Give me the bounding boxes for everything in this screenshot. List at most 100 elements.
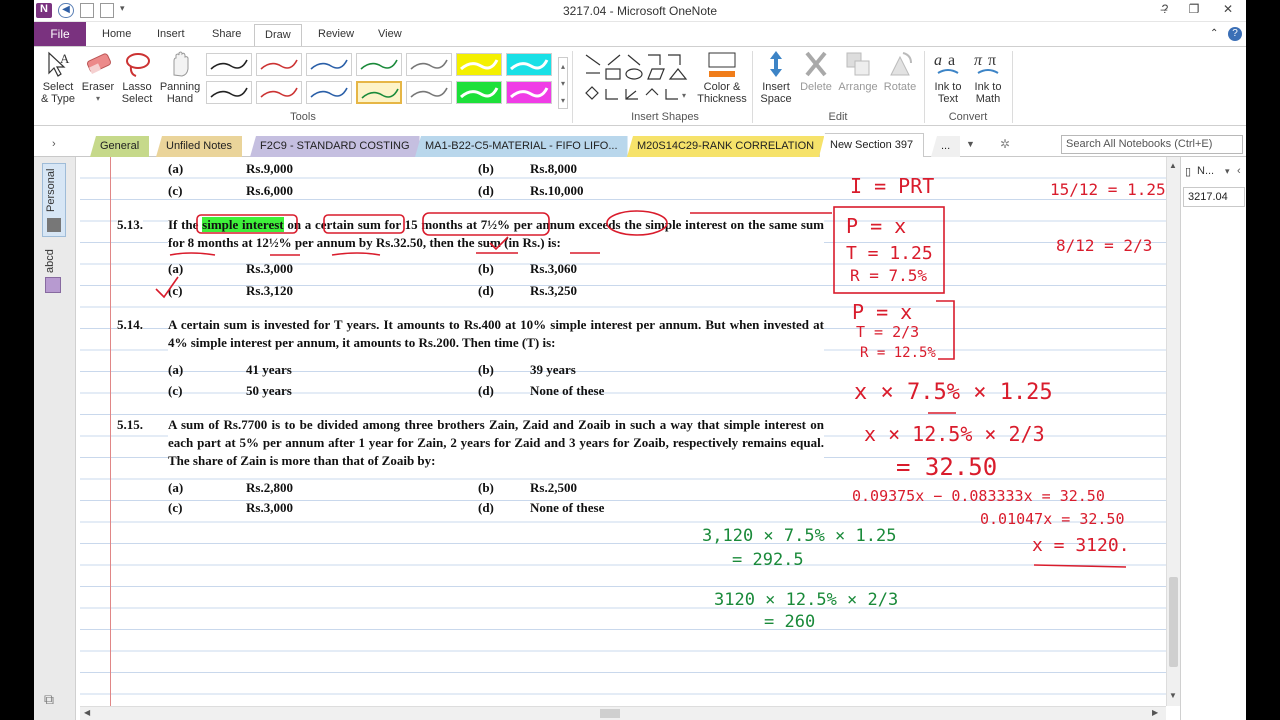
horizontal-scrollbar[interactable]: ◀ ▶ xyxy=(80,706,1166,720)
page-item-3217-04[interactable]: 3217.04 xyxy=(1183,187,1245,207)
highlighter-swatch[interactable] xyxy=(456,81,502,104)
ink-to-text-label: Ink to Text xyxy=(934,81,962,105)
notebook-personal[interactable]: Personal xyxy=(42,163,66,237)
pen-swatch[interactable] xyxy=(406,53,452,76)
eraser-label: Eraser xyxy=(81,81,115,93)
ink-to-math-button[interactable]: ππ Ink to Math xyxy=(968,49,1008,105)
tab-insert[interactable]: Insert xyxy=(157,22,185,46)
pen-swatch[interactable] xyxy=(206,53,252,76)
select-type-label: Select & Type xyxy=(40,81,76,105)
scroll-up-icon[interactable]: ▲ xyxy=(1169,161,1177,170)
arrange-label: Arrange xyxy=(838,81,878,93)
pen-swatch[interactable] xyxy=(406,81,452,104)
pen-swatch[interactable] xyxy=(206,81,252,104)
pen-swatch[interactable] xyxy=(356,81,402,104)
pen-swatch[interactable] xyxy=(306,53,352,76)
section-tab-rank-correlation[interactable]: M20S14C29-RANK CORRELATION xyxy=(627,136,825,157)
color-thickness-icon xyxy=(708,52,736,77)
collapse-ribbon-icon[interactable]: ⌃ xyxy=(1210,22,1218,46)
scroll-thumb[interactable] xyxy=(1169,577,1178,667)
notebook-abcd-label[interactable]: abcd xyxy=(44,243,56,273)
tab-file[interactable]: File xyxy=(34,22,86,46)
lasso-select-button[interactable]: Lasso Select xyxy=(116,49,158,105)
question-text: If the simple interest on a certain sum … xyxy=(168,216,824,252)
question-text: A sum of Rs.7700 is to be divided among … xyxy=(168,416,824,470)
section-tab-material-fifo[interactable]: MA1-B22-C5-MATERIAL - FIFO LIFO... xyxy=(415,136,628,157)
tab-draw[interactable]: Draw xyxy=(254,24,302,47)
close-button[interactable]: ✕ xyxy=(1214,2,1242,20)
notebook-abcd-icon[interactable] xyxy=(45,277,61,293)
ink-text: x × 7.5% × 1.25 xyxy=(854,380,1053,405)
collapse-panel-icon[interactable]: ‹ xyxy=(1237,165,1241,177)
notebook-list-icon[interactable]: ⧉ xyxy=(44,691,54,708)
ink-box xyxy=(833,206,945,294)
option-value: None of these xyxy=(530,500,605,515)
page-list-dropdown-icon[interactable]: ▾ xyxy=(1225,166,1230,177)
panning-hand-button[interactable]: Panning Hand xyxy=(158,49,202,105)
lasso-icon xyxy=(126,53,150,77)
ink-underline xyxy=(169,252,600,256)
shapes-gallery[interactable] xyxy=(582,51,694,107)
edit-group-label: Edit xyxy=(828,111,848,123)
search-input[interactable]: Search All Notebooks (Ctrl+E) xyxy=(1061,135,1243,154)
ink-text: 15/12 = 1.25 xyxy=(1050,180,1166,199)
pen-swatch[interactable] xyxy=(306,81,352,104)
notebook-strip: Personal abcd ⧉ xyxy=(34,157,76,720)
highlighter-swatch[interactable] xyxy=(506,53,552,76)
section-tab-general[interactable]: General xyxy=(90,136,150,157)
page-list-header[interactable]: N... xyxy=(1197,165,1214,177)
shapes-dropdown-icon[interactable]: ▾ xyxy=(682,91,686,100)
option-value: Rs.6,000 xyxy=(246,183,293,198)
pen-swatch[interactable] xyxy=(256,81,302,104)
tab-share[interactable]: Share xyxy=(212,22,241,46)
scroll-down-icon[interactable]: ▼ xyxy=(1169,691,1177,700)
maximize-button[interactable]: ❐ xyxy=(1180,2,1208,20)
arrange-button[interactable]: Arrange xyxy=(836,49,880,93)
select-cursor-icon: A xyxy=(48,51,70,77)
minimize-button[interactable]: – xyxy=(1150,2,1178,20)
eraser-dropdown-icon[interactable]: ▾ xyxy=(78,93,118,105)
pen-gallery-scroll[interactable]: ▴ ▾ ▾ xyxy=(558,57,568,109)
scroll-right-icon[interactable]: ▶ xyxy=(1152,708,1158,717)
ink-to-math-icon: ππ xyxy=(974,52,999,74)
ink-to-text-button[interactable]: aa Ink to Text xyxy=(928,49,968,105)
help-circle-icon[interactable]: ? xyxy=(1228,27,1242,41)
ribbon-tabs: File Home Insert Share Draw Review View … xyxy=(34,22,1246,47)
color-thickness-button[interactable]: Color & Thickness xyxy=(696,49,748,105)
eraser-button[interactable]: Eraser ▾ xyxy=(78,49,118,105)
scroll-left-icon[interactable]: ◀ xyxy=(84,708,90,717)
section-tab-new-section-397[interactable]: New Section 397 xyxy=(819,133,925,157)
vertical-scrollbar[interactable]: ▲ ▼ xyxy=(1166,157,1180,706)
note-page[interactable]: (a) Rs.9,000 (b) Rs.8,000 (c) Rs.6,000 (… xyxy=(80,157,1166,706)
rotate-icon xyxy=(890,52,912,76)
select-type-button[interactable]: A Select & Type xyxy=(38,49,78,105)
delete-button[interactable]: Delete xyxy=(796,49,836,93)
separator xyxy=(1012,51,1013,123)
separator xyxy=(752,51,753,123)
insert-space-button[interactable]: Insert Space xyxy=(756,49,796,105)
rotate-button[interactable]: Rotate xyxy=(880,49,920,93)
highlighter-swatch[interactable] xyxy=(456,53,502,76)
arrange-icon xyxy=(846,52,870,76)
tab-home[interactable]: Home xyxy=(102,22,131,46)
pen-swatch[interactable] xyxy=(356,53,402,76)
ink-to-text-icon: aa xyxy=(934,52,959,74)
rotate-label: Rotate xyxy=(883,81,917,93)
pen-swatch[interactable] xyxy=(256,53,302,76)
highlighter-swatch[interactable] xyxy=(506,81,552,104)
tab-view[interactable]: View xyxy=(378,22,402,46)
hand-icon xyxy=(173,51,189,77)
expand-nav-icon[interactable]: › xyxy=(52,138,56,150)
option-label: (b) xyxy=(478,161,494,176)
section-tab-unfiled-notes[interactable]: Unfiled Notes xyxy=(156,136,243,157)
new-page-icon[interactable]: ▯ xyxy=(1185,165,1191,178)
sections-dropdown-icon[interactable]: ▼ xyxy=(966,139,975,149)
hscroll-thumb[interactable] xyxy=(600,709,620,718)
section-tab-standard-costing[interactable]: F2C9 - STANDARD COSTING xyxy=(250,136,420,157)
section-tab-more[interactable]: ... xyxy=(931,136,961,157)
ink-underline xyxy=(1033,564,1127,568)
ink-text: = 260 xyxy=(764,612,815,632)
ink-text: = 32.50 xyxy=(896,453,997,481)
new-section-icon[interactable]: ✲ xyxy=(1000,137,1010,151)
tab-review[interactable]: Review xyxy=(318,22,354,46)
